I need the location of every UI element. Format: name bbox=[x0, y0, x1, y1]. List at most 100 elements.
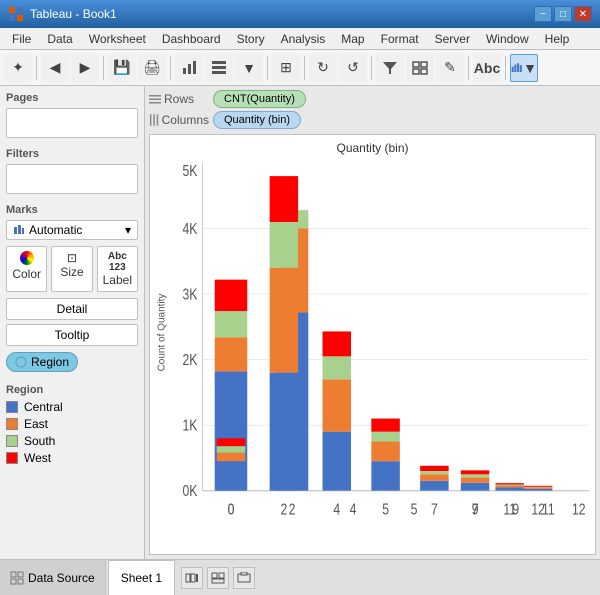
pages-box[interactable] bbox=[6, 108, 138, 138]
bottom-bar: Data Source Sheet 1 bbox=[0, 559, 600, 595]
y-axis-label: Count of Quantity bbox=[157, 294, 168, 372]
legend-label-south: South bbox=[24, 434, 55, 448]
filters-label: Filters bbox=[6, 148, 138, 160]
legend-central: Central bbox=[6, 400, 138, 414]
toolbar-filter-btn[interactable] bbox=[376, 54, 404, 82]
toolbar-refresh-btn[interactable]: ↻ bbox=[309, 54, 337, 82]
legend-label-west: West bbox=[24, 451, 51, 465]
menu-analysis[interactable]: Analysis bbox=[273, 30, 334, 48]
region-legend-title: Region bbox=[6, 384, 138, 396]
legend-color-central bbox=[6, 401, 18, 413]
detail-btn[interactable]: Detail bbox=[6, 298, 138, 320]
toolbar-label-btn[interactable]: ✎ bbox=[436, 54, 464, 82]
rows-shelf: Rows CNT(Quantity) bbox=[149, 90, 596, 108]
pages-label: Pages bbox=[6, 92, 138, 104]
menu-story[interactable]: Story bbox=[229, 30, 273, 48]
marks-section: Marks Automatic ▾ Color ⊡ Size Abc123 La… bbox=[6, 204, 138, 374]
menu-data[interactable]: Data bbox=[39, 30, 80, 48]
tab-icons bbox=[175, 567, 261, 589]
legend-east: East bbox=[6, 417, 138, 431]
legend-west: West bbox=[6, 451, 138, 465]
legend-color-west bbox=[6, 452, 18, 464]
columns-shelf: Columns Quantity (bin) bbox=[149, 111, 596, 129]
columns-label: Columns bbox=[149, 113, 209, 127]
sep4 bbox=[267, 56, 268, 80]
legend-label-central: Central bbox=[24, 400, 63, 414]
toolbar-group-btn[interactable] bbox=[406, 54, 434, 82]
filters-section: Filters bbox=[6, 148, 138, 194]
toolbar-chart2-btn[interactable] bbox=[205, 54, 233, 82]
pages-section: Pages bbox=[6, 92, 138, 138]
sep8 bbox=[505, 56, 506, 80]
svg-text:2: 2 bbox=[280, 500, 287, 518]
svg-text:12: 12 bbox=[531, 500, 545, 518]
menu-window[interactable]: Window bbox=[478, 30, 537, 48]
toolbar-back-btn[interactable]: ◀ bbox=[41, 54, 69, 82]
menu-worksheet[interactable]: Worksheet bbox=[81, 30, 154, 48]
window-controls: − □ ✕ bbox=[534, 6, 592, 22]
minimize-button[interactable]: − bbox=[534, 6, 552, 22]
new-dashboard-btn[interactable] bbox=[207, 567, 229, 589]
filters-box[interactable] bbox=[6, 164, 138, 194]
new-story-btn[interactable] bbox=[233, 567, 255, 589]
rows-pill[interactable]: CNT(Quantity) bbox=[213, 90, 306, 108]
chart-container: Quantity (bin) Count of Quantity 0K 1K bbox=[149, 134, 596, 555]
svg-text:4K: 4K bbox=[183, 219, 198, 237]
toolbar-chart3-btn[interactable]: ▼ bbox=[235, 54, 263, 82]
menu-format[interactable]: Format bbox=[373, 30, 427, 48]
marks-buttons: Color ⊡ Size Abc123 Label bbox=[6, 246, 138, 292]
svg-text:5: 5 bbox=[411, 500, 418, 518]
svg-text:2K: 2K bbox=[183, 350, 198, 368]
legend-color-east bbox=[6, 418, 18, 430]
toolbar-forward-btn[interactable]: ▶ bbox=[71, 54, 99, 82]
y-axis-label-container: Count of Quantity bbox=[154, 135, 170, 530]
size-btn[interactable]: ⊡ Size bbox=[51, 246, 92, 292]
sep2 bbox=[103, 56, 104, 80]
color-btn[interactable]: Color bbox=[6, 246, 47, 292]
sep5 bbox=[304, 56, 305, 80]
menu-file[interactable]: File bbox=[4, 30, 39, 48]
data-source-icon bbox=[10, 571, 24, 585]
sep7 bbox=[468, 56, 469, 80]
legend-label-east: East bbox=[24, 417, 48, 431]
svg-text:9: 9 bbox=[472, 500, 479, 518]
region-pill[interactable]: Region bbox=[6, 352, 78, 372]
toolbar-text-btn[interactable]: Abc bbox=[473, 54, 501, 82]
menu-help[interactable]: Help bbox=[537, 30, 578, 48]
chart-title: Quantity (bin) bbox=[150, 135, 595, 157]
toolbar-refresh2-btn[interactable]: ↺ bbox=[339, 54, 367, 82]
sheet1-tab[interactable]: Sheet 1 bbox=[108, 560, 175, 595]
new-sheet-btn[interactable] bbox=[181, 567, 203, 589]
toolbar-new-btn[interactable]: ✦ bbox=[4, 54, 32, 82]
dropdown-arrow: ▾ bbox=[125, 223, 131, 237]
svg-text:1K: 1K bbox=[183, 416, 198, 434]
columns-pill[interactable]: Quantity (bin) bbox=[213, 111, 301, 129]
app-icon bbox=[8, 6, 24, 22]
menu-dashboard[interactable]: Dashboard bbox=[154, 30, 229, 48]
main-layout: Pages Filters Marks Automatic ▾ Color ⊡ bbox=[0, 86, 600, 559]
svg-text:11: 11 bbox=[503, 500, 516, 518]
sep1 bbox=[36, 56, 37, 80]
label-btn[interactable]: Abc123 Label bbox=[97, 246, 138, 292]
marks-label: Marks bbox=[6, 204, 138, 216]
menu-map[interactable]: Map bbox=[333, 30, 372, 48]
chart-svg: 0K 1K 2K 3K 4K 5K bbox=[172, 163, 589, 530]
toolbar-print-btn[interactable]: 🖨 bbox=[138, 54, 166, 82]
toolbar-chart1-btn[interactable] bbox=[175, 54, 203, 82]
svg-text:5: 5 bbox=[382, 500, 389, 518]
close-button[interactable]: ✕ bbox=[574, 6, 592, 22]
sep3 bbox=[170, 56, 171, 80]
toolbar-grid-btn[interactable]: ⊞ bbox=[272, 54, 300, 82]
menu-server[interactable]: Server bbox=[427, 30, 478, 48]
marks-type-dropdown[interactable]: Automatic ▾ bbox=[6, 220, 138, 240]
tooltip-btn[interactable]: Tooltip bbox=[6, 324, 138, 346]
maximize-button[interactable]: □ bbox=[554, 6, 572, 22]
toolbar-save-btn[interactable]: 💾 bbox=[108, 54, 136, 82]
toolbar: ✦ ◀ ▶ 💾 🖨 ▼ ⊞ ↻ ↺ ✎ bbox=[0, 50, 600, 86]
svg-text:4: 4 bbox=[350, 500, 357, 518]
toolbar-showme-btn[interactable]: ▼ bbox=[510, 54, 538, 82]
data-source-label: Data Source bbox=[28, 571, 95, 585]
data-source-tab[interactable]: Data Source bbox=[0, 560, 106, 595]
svg-text:2: 2 bbox=[289, 500, 296, 518]
marks-type-label: Automatic bbox=[29, 223, 82, 237]
